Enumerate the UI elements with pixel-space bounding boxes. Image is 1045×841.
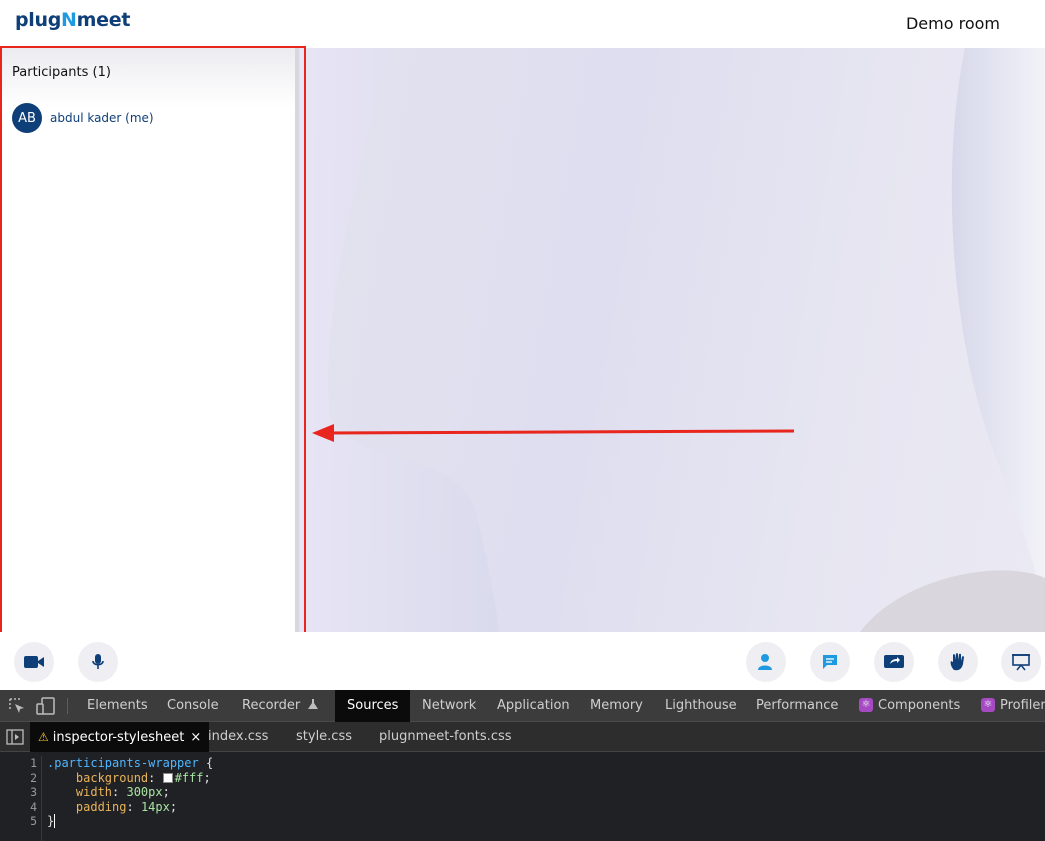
warning-icon: ⚠ [38, 730, 49, 744]
video-camera-icon [24, 656, 44, 668]
tab-recorder[interactable]: Recorder [242, 690, 319, 722]
main-stage [300, 48, 1045, 632]
code-lines: .participants-wrapper { background: #fff… [47, 756, 213, 829]
tab-profiler[interactable]: ⚛ Profiler [981, 690, 1045, 722]
line-number: 4 [30, 799, 37, 814]
whiteboard-icon [1012, 654, 1030, 671]
code-line: .participants-wrapper { [47, 756, 213, 771]
css-property: background [75, 770, 149, 785]
line-number-gutter: 1 2 3 4 5 [0, 756, 42, 841]
microphone-icon [92, 654, 104, 669]
close-brace: } [47, 814, 56, 829]
panel-scrollbar[interactable] [295, 48, 299, 632]
tab-separator [67, 698, 68, 714]
code-editor[interactable]: 1 2 3 4 5 .participants-wrapper { backgr… [0, 752, 1045, 841]
line-number: 5 [30, 814, 37, 829]
tab-components-label: Components [878, 698, 961, 713]
line-number: 3 [30, 785, 37, 800]
tab-console[interactable]: Console [167, 690, 219, 722]
css-property: padding [75, 799, 127, 814]
tab-performance[interactable]: Performance [756, 690, 838, 722]
close-tab-icon[interactable]: × [190, 730, 201, 745]
line-number: 1 [30, 756, 37, 770]
logo-text-plug: plug [15, 9, 62, 31]
color-swatch[interactable] [162, 772, 173, 783]
room-title: Demo room [905, 14, 1000, 33]
stage-background [300, 48, 1045, 632]
tab-memory[interactable]: Memory [590, 690, 643, 722]
source-file-tabs: ⚠ inspector-stylesheet × index.css style.c… [0, 722, 1045, 752]
whiteboard-button[interactable] [1001, 642, 1041, 682]
tab-recorder-label: Recorder [242, 698, 301, 713]
code-line: } [47, 814, 213, 829]
screen-share-icon [884, 655, 904, 668]
tab-elements[interactable]: Elements [87, 690, 148, 722]
video-camera-button[interactable] [14, 642, 54, 682]
tab-network[interactable]: Network [422, 690, 476, 722]
raise-hand-icon [950, 653, 964, 671]
control-bar [0, 632, 1045, 690]
chat-icon [823, 655, 837, 669]
code-line: background: #fff; [75, 770, 211, 785]
device-toolbar-icon[interactable] [36, 697, 56, 715]
file-tab-style-css[interactable]: style.css [296, 722, 352, 752]
code-line: padding: 14px; [75, 799, 178, 814]
participants-button[interactable] [746, 642, 786, 682]
logo-text-n: N [61, 9, 77, 31]
raise-hand-button[interactable] [938, 642, 978, 682]
file-tab-index-css[interactable]: index.css [208, 722, 268, 752]
tab-sources[interactable]: Sources [335, 690, 411, 722]
participants-panel: Participants (1) AB abdul kader (me) [0, 48, 300, 632]
tab-lighthouse[interactable]: Lighthouse [665, 690, 737, 722]
tab-components[interactable]: ⚛ Components [859, 690, 960, 722]
code-line: width: 300px; [75, 785, 170, 800]
participants-icon [758, 654, 772, 670]
tab-profiler-label: Profiler [1000, 698, 1045, 713]
file-tab-label: inspector-stylesheet [52, 730, 185, 745]
css-value: #fff [174, 770, 204, 785]
flask-icon [308, 699, 319, 709]
line-number: 2 [30, 770, 37, 785]
devtools-tab-bar: Elements Console Recorder Sources Networ… [0, 690, 1045, 722]
tab-application[interactable]: Application [497, 690, 570, 722]
logo-text-meet: meet [76, 9, 131, 31]
react-icon: ⚛ [981, 697, 995, 712]
css-selector: .participants-wrapper [47, 756, 199, 770]
plugnmeet-logo[interactable]: plugNmeet [15, 9, 130, 31]
open-brace: { [198, 756, 214, 770]
app-header: plugNmeet Demo room [0, 0, 1045, 48]
avatar: AB [12, 103, 42, 133]
participant-item[interactable]: AB abdul kader (me) [12, 103, 154, 133]
css-property: width [75, 785, 113, 800]
inspect-element-icon[interactable] [8, 697, 26, 715]
css-value: 300px [126, 785, 163, 800]
file-tab-plugnmeet-fonts-css[interactable]: plugnmeet-fonts.css [379, 722, 512, 752]
participants-title: Participants (1) [12, 65, 111, 80]
css-value: 14px [140, 799, 170, 814]
microphone-button[interactable] [78, 642, 118, 682]
toggle-navigator-icon[interactable] [6, 729, 24, 745]
participant-name: abdul kader (me) [50, 111, 154, 125]
screen-share-button[interactable] [874, 642, 914, 682]
devtools-panel: Elements Console Recorder Sources Networ… [0, 690, 1045, 841]
chat-button[interactable] [810, 642, 850, 682]
react-icon: ⚛ [859, 697, 873, 712]
file-tab-inspector-stylesheet[interactable]: ⚠ inspector-stylesheet × [30, 722, 210, 752]
